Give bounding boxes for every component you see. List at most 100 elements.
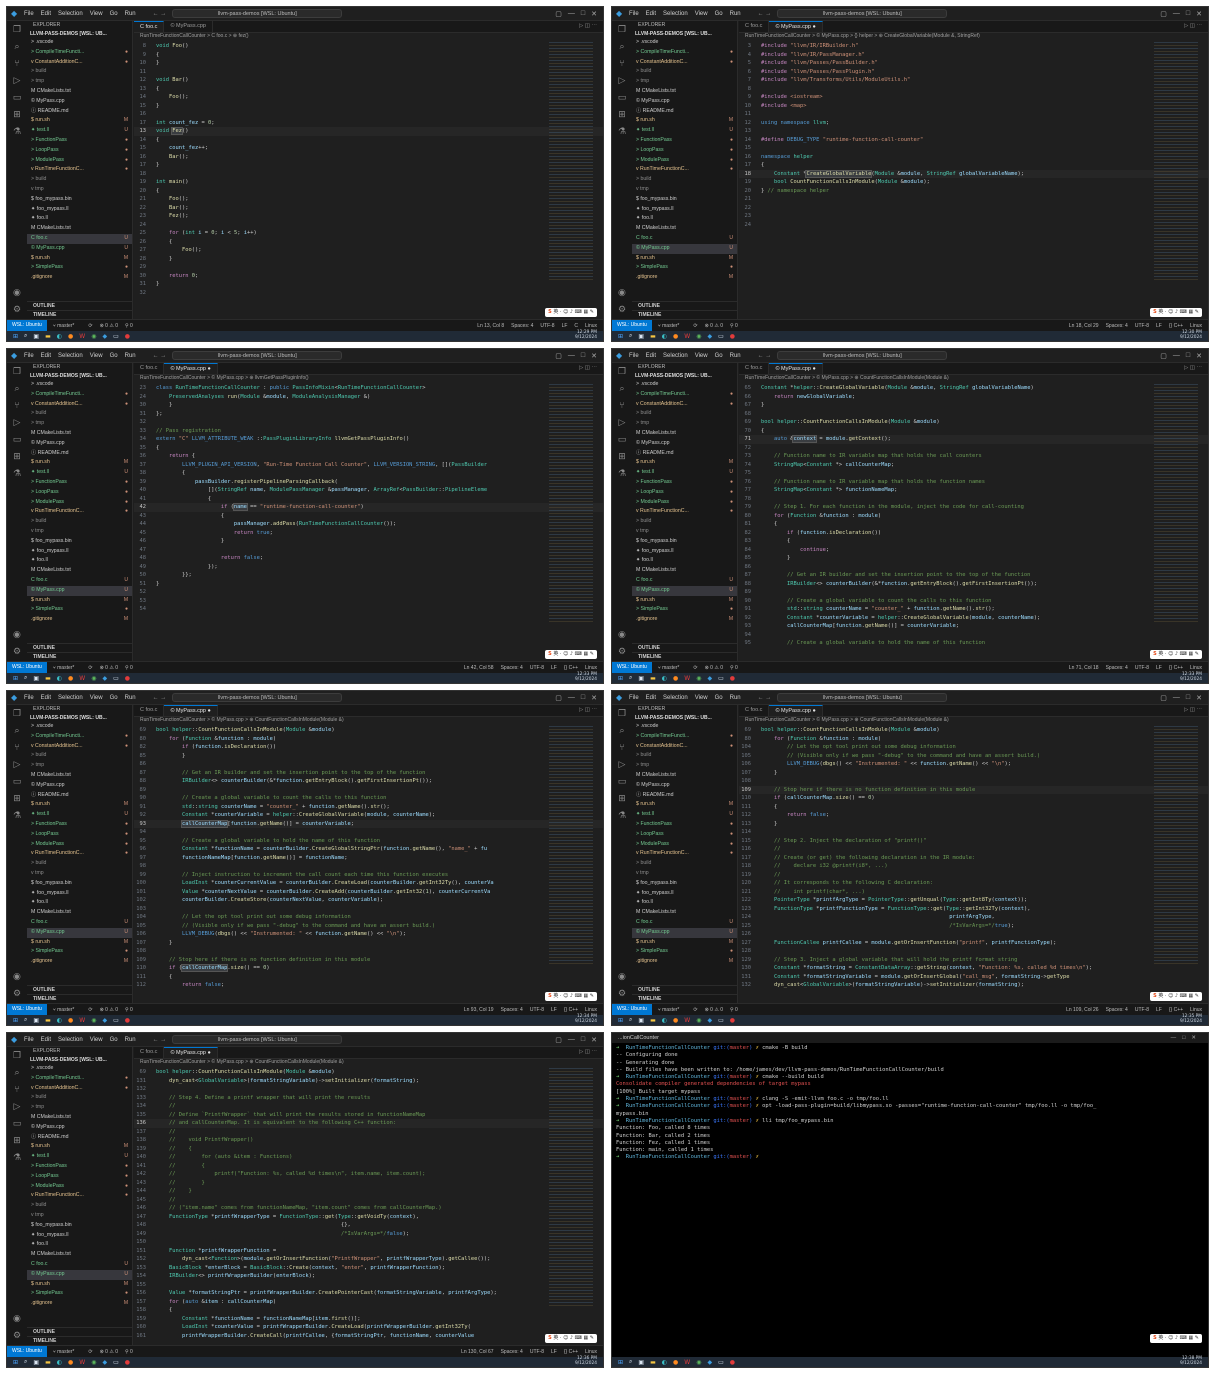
maximize-icon[interactable]: □ [581,352,585,360]
explorer-item[interactable]: > build [27,751,132,761]
minimap[interactable] [549,384,593,624]
remote-explorer-icon[interactable]: ▭ [618,93,627,103]
explorer-item[interactable]: v ConstantAdditionC... ● [27,742,132,752]
code-line[interactable]: 112 return false; [739,811,1208,820]
explorer-item[interactable]: © MyPass.cpp [632,97,737,107]
code-line[interactable]: 135 // Define `PrintfWrapper` that will … [134,1111,603,1120]
remote-indicator[interactable]: WSL: Ubuntu [612,662,652,673]
account-icon[interactable]: ◉ [618,630,626,640]
run-debug-icon[interactable]: ▷ [14,418,21,428]
explorer-item[interactable]: > CompileTimeFuncti... ● [632,732,737,742]
code-line[interactable]: 24 [134,221,603,230]
maximize-icon[interactable]: □ [581,694,585,702]
explorer-item[interactable]: ⁕ foo.ll [27,214,132,224]
menu-view[interactable]: View [695,353,708,359]
explorer-icon[interactable]: ❐ [618,709,626,719]
code-line[interactable]: 85 } [739,554,1208,563]
menu-file[interactable]: File [24,1037,34,1043]
ports-indicator[interactable]: ⚲ 0 [125,323,133,329]
explorer-item[interactable]: ⁕ foo_mypass.ll [632,889,737,899]
record-icon[interactable]: ● [730,1017,735,1024]
explorer-item[interactable]: © MyPass.cpp U [632,927,737,938]
code-line[interactable]: 35{ [134,444,603,453]
settings-gear-icon[interactable]: ⚙ [618,989,626,999]
extensions-icon[interactable]: ⊞ [13,452,21,462]
extensions-icon[interactable]: ⊞ [618,794,626,804]
explorer-item[interactable]: $ run.sh M [27,254,132,264]
menu-file[interactable]: File [24,11,34,17]
explorer-item[interactable]: > LoopPass ● [632,830,737,840]
minimap[interactable] [1154,726,1198,966]
code-line[interactable]: 12 void Bar() [134,76,603,85]
status-lang[interactable]: {} C++ [1169,323,1183,329]
timeline-section[interactable]: TIMELINE [27,994,132,1003]
code-line[interactable]: 158 { [134,1306,603,1315]
extensions-icon[interactable]: ⊞ [13,794,21,804]
explorer-item[interactable]: M CMakeLists.txt [27,429,132,439]
explorer-item[interactable]: > SimplePass ● [27,605,132,615]
editor-tab[interactable]: © MyPass.cpp ● [769,363,823,374]
command-center-search[interactable]: llvm-pass-demos [WSL: Ubuntu] [777,693,948,702]
explorer-item[interactable]: > build [632,517,737,527]
menu-view[interactable]: View [90,695,103,701]
code-line[interactable]: 53 [134,597,603,606]
code-line[interactable]: 11 [134,68,603,77]
start-icon[interactable]: ⊞ [13,1017,18,1024]
vscode-taskbar-icon[interactable]: ◆ [102,675,107,682]
status-eol[interactable]: LF [1156,323,1162,329]
search-icon[interactable]: ⌕ [619,384,624,394]
code-line[interactable]: 79 // Step 1. For each function in the m… [739,503,1208,512]
testing-icon[interactable]: ⚗ [13,1153,21,1163]
explorer-item[interactable]: > tmp [632,77,737,87]
explorer-item[interactable]: $ run.sh M [632,458,737,468]
status-enc[interactable]: UTF-8 [530,1007,544,1013]
code-line[interactable]: 31}; [134,410,603,419]
explorer-item[interactable]: > CompileTimeFuncti... ● [632,390,737,400]
code-line[interactable]: 32 [134,289,603,298]
code-line[interactable]: 85 } [134,752,603,761]
code-line[interactable]: 50 }}; [134,571,603,580]
code-line[interactable]: 4 #include "llvm/IR/PassManager.h" [739,51,1208,60]
code-line[interactable]: 115 // Step 2. Inject the declaration of… [739,837,1208,846]
editor-actions-icon[interactable]: ▷ ◫ ⋯ [579,21,603,32]
explorer-item[interactable]: C foo.c U [632,918,737,928]
code-line[interactable]: 94 [134,828,603,837]
maximize-icon[interactable]: □ [1186,694,1190,702]
status-pos[interactable]: Ln 13, Col 8 [477,323,504,329]
minimap[interactable] [1154,42,1198,282]
extensions-icon[interactable]: ⊞ [618,110,626,120]
command-center-search[interactable]: llvm-pass-demos [WSL: Ubuntu] [172,693,343,702]
ime-toolbar[interactable]: S 英 · ☺ ♪ ⌨ ▦ ✎ [545,308,597,317]
menu-view[interactable]: View [695,695,708,701]
remote-indicator[interactable]: WSL: Ubuntu [612,320,652,331]
remote-indicator[interactable]: WSL: Ubuntu [7,1004,47,1015]
explorer-item[interactable]: $ run.sh M [27,938,132,948]
ime-toolbar[interactable]: S 英 · ☺ ♪ ⌨ ▦ ✎ [545,650,597,659]
ports-indicator[interactable]: ⚲ 0 [125,1007,133,1013]
chrome-icon[interactable]: ◉ [696,1017,701,1024]
editor-tab[interactable]: © MyPass.cpp [164,21,213,32]
minimap[interactable] [549,1068,593,1308]
task-view-icon[interactable]: ▣ [638,333,644,340]
layout-icon[interactable]: ▢ [555,352,562,360]
code-line[interactable]: 84 continue; [739,546,1208,555]
code-view[interactable]: 69 bool helper::CountFunctionCallsInModul… [134,726,603,990]
explorer-item[interactable]: > LoopPass ● [27,488,132,498]
settings-gear-icon[interactable]: ⚙ [13,305,21,315]
start-icon[interactable]: ⊞ [13,1359,18,1366]
code-line[interactable]: 80 for (Function &function : module) [739,512,1208,521]
maximize-icon[interactable]: □ [1186,352,1190,360]
code-line[interactable]: 16 namespace helper [739,153,1208,162]
back-forward-icon[interactable]: ← → [153,1037,167,1043]
code-line[interactable]: 69 bool helper::CountFunctionCallsInModul… [739,726,1208,735]
breadcrumb[interactable]: RunTimeFunctionCallCounter > © MyPass.cp… [739,33,1208,42]
code-line[interactable]: 70{ [739,427,1208,436]
back-forward-icon[interactable]: ← → [758,353,772,359]
code-line[interactable]: 75 [739,469,1208,478]
explorer-item[interactable]: M CMakeLists.txt [632,87,737,97]
extensions-icon[interactable]: ⊞ [13,110,21,120]
ime-toolbar[interactable]: S 英 · ☺ ♪ ⌨ ▦ ✎ [1150,650,1202,659]
explorer-item[interactable]: ⓘ README.md [27,107,132,117]
code-line[interactable]: 42 if (name == "runtime-function-call-co… [134,503,603,512]
remote-indicator[interactable]: WSL: Ubuntu [612,1004,652,1015]
